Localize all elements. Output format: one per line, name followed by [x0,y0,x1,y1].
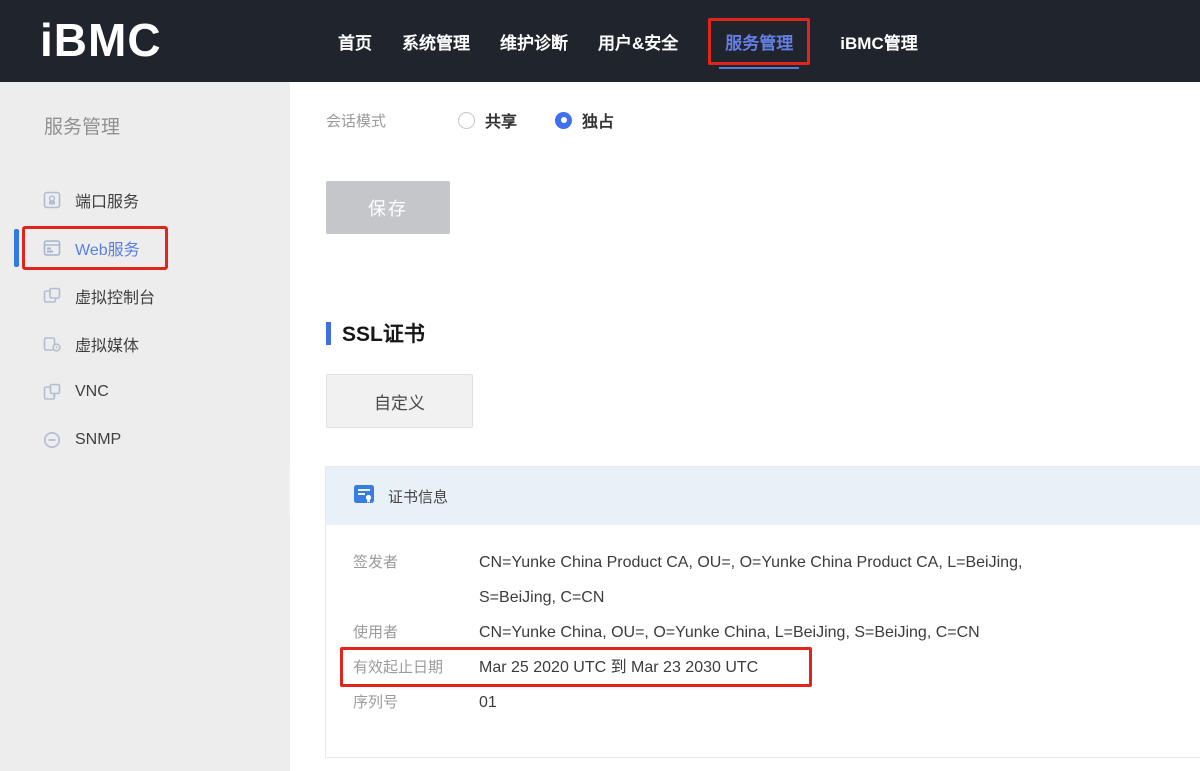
port-service-icon [42,190,62,210]
nav-ibmc-management[interactable]: iBMC管理 [840,29,917,54]
save-button[interactable]: 保存 [326,181,450,234]
page: iBMC 首页 系统管理 维护诊断 用户&安全 服务管理 iBMC管理 服务管理… [0,0,1200,771]
sidebar-item-label: Web服务 [75,236,140,260]
sidebar-item-label: 虚拟控制台 [75,284,155,308]
ibmc-logo: iBMC [40,13,162,67]
cert-row-label: 签发者 [353,545,479,615]
nav-system-management[interactable]: 系统管理 [402,29,470,54]
cert-row-subject: 使用者 CN=Yunke China, OU=, O=Yunke China, … [353,615,1200,650]
certificate-panel-header: 证书信息 [326,467,1200,525]
top-bar: iBMC 首页 系统管理 维护诊断 用户&安全 服务管理 iBMC管理 [0,0,1200,82]
sidebar-item-label: SNMP [75,431,121,449]
radio-option-exclusive[interactable]: 独占 [555,108,614,132]
virtual-media-icon [42,334,62,354]
radio-label: 独占 [582,108,614,132]
cert-row-issuer: 签发者 CN=Yunke China Product CA, OU=, O=Yu… [353,545,1200,615]
sidebar-item-label: 端口服务 [75,188,139,212]
radio-unchecked-icon[interactable] [458,112,475,129]
nav-home[interactable]: 首页 [338,29,372,54]
ssl-section-header: SSL证书 [326,318,425,348]
cert-row-value: CN=Yunke China Product CA, OU=, O=Yunke … [479,545,1039,615]
cert-row-value: CN=Yunke China, OU=, O=Yunke China, L=Be… [479,615,980,650]
cert-row-label: 使用者 [353,615,479,650]
certificate-info-panel: 证书信息 签发者 CN=Yunke China Product CA, OU=,… [325,466,1200,758]
cert-row-label: 有效起止日期 [353,650,479,685]
cert-row-label: 序列号 [353,685,479,720]
certificate-icon [352,482,376,511]
virtual-console-icon [42,286,62,306]
sidebar-title: 服务管理 [44,112,120,139]
vnc-icon [42,382,62,402]
sidebar-item-snmp[interactable]: SNMP [0,416,290,464]
nav-service-management[interactable]: 服务管理 [708,18,810,65]
radio-option-shared[interactable]: 共享 [458,108,517,132]
nav-maintenance-diagnosis[interactable]: 维护诊断 [500,29,568,54]
sidebar-item-virtual-console[interactable]: 虚拟控制台 [0,272,290,320]
main-content: 会话模式 共享 独占 保存 SSL证书 自定义 [290,82,1200,771]
certificate-panel-title: 证书信息 [388,486,448,507]
sidebar-item-label: 虚拟媒体 [75,332,139,356]
certificate-panel-body: 签发者 CN=Yunke China Product CA, OU=, O=Yu… [326,525,1200,720]
cert-row-validity: 有效起止日期 Mar 25 2020 UTC 到 Mar 23 2030 UTC [353,650,1200,685]
session-mode-label: 会话模式 [326,110,396,131]
sidebar-item-virtual-media[interactable]: 虚拟媒体 [0,320,290,368]
ssl-section-title: SSL证书 [342,318,425,348]
sidebar-item-web-service[interactable]: Web服务 [0,224,290,272]
main-nav: 首页 系统管理 维护诊断 用户&安全 服务管理 iBMC管理 [338,0,918,82]
cert-row-value: Mar 25 2020 UTC 到 Mar 23 2030 UTC [479,650,758,685]
web-service-icon [42,238,62,258]
snmp-icon [42,430,62,450]
sidebar-item-vnc[interactable]: VNC [0,368,290,416]
radio-checked-icon[interactable] [555,112,572,129]
cert-row-serial: 序列号 01 [353,685,1200,720]
sidebar: 服务管理 端口服务 Web服务 虚拟控制台 [0,82,290,771]
active-indicator-bar [14,229,19,267]
nav-user-security[interactable]: 用户&安全 [598,29,678,54]
customize-button[interactable]: 自定义 [326,374,473,428]
sidebar-item-label: VNC [75,383,109,401]
sidebar-menu: 端口服务 Web服务 虚拟控制台 虚拟媒体 [0,176,290,464]
session-mode-row: 会话模式 共享 独占 [326,104,614,136]
radio-label: 共享 [485,108,517,132]
sidebar-item-port-service[interactable]: 端口服务 [0,176,290,224]
section-accent-bar [326,322,331,345]
session-mode-radio-group: 共享 独占 [458,108,614,132]
cert-row-value: 01 [479,685,497,720]
